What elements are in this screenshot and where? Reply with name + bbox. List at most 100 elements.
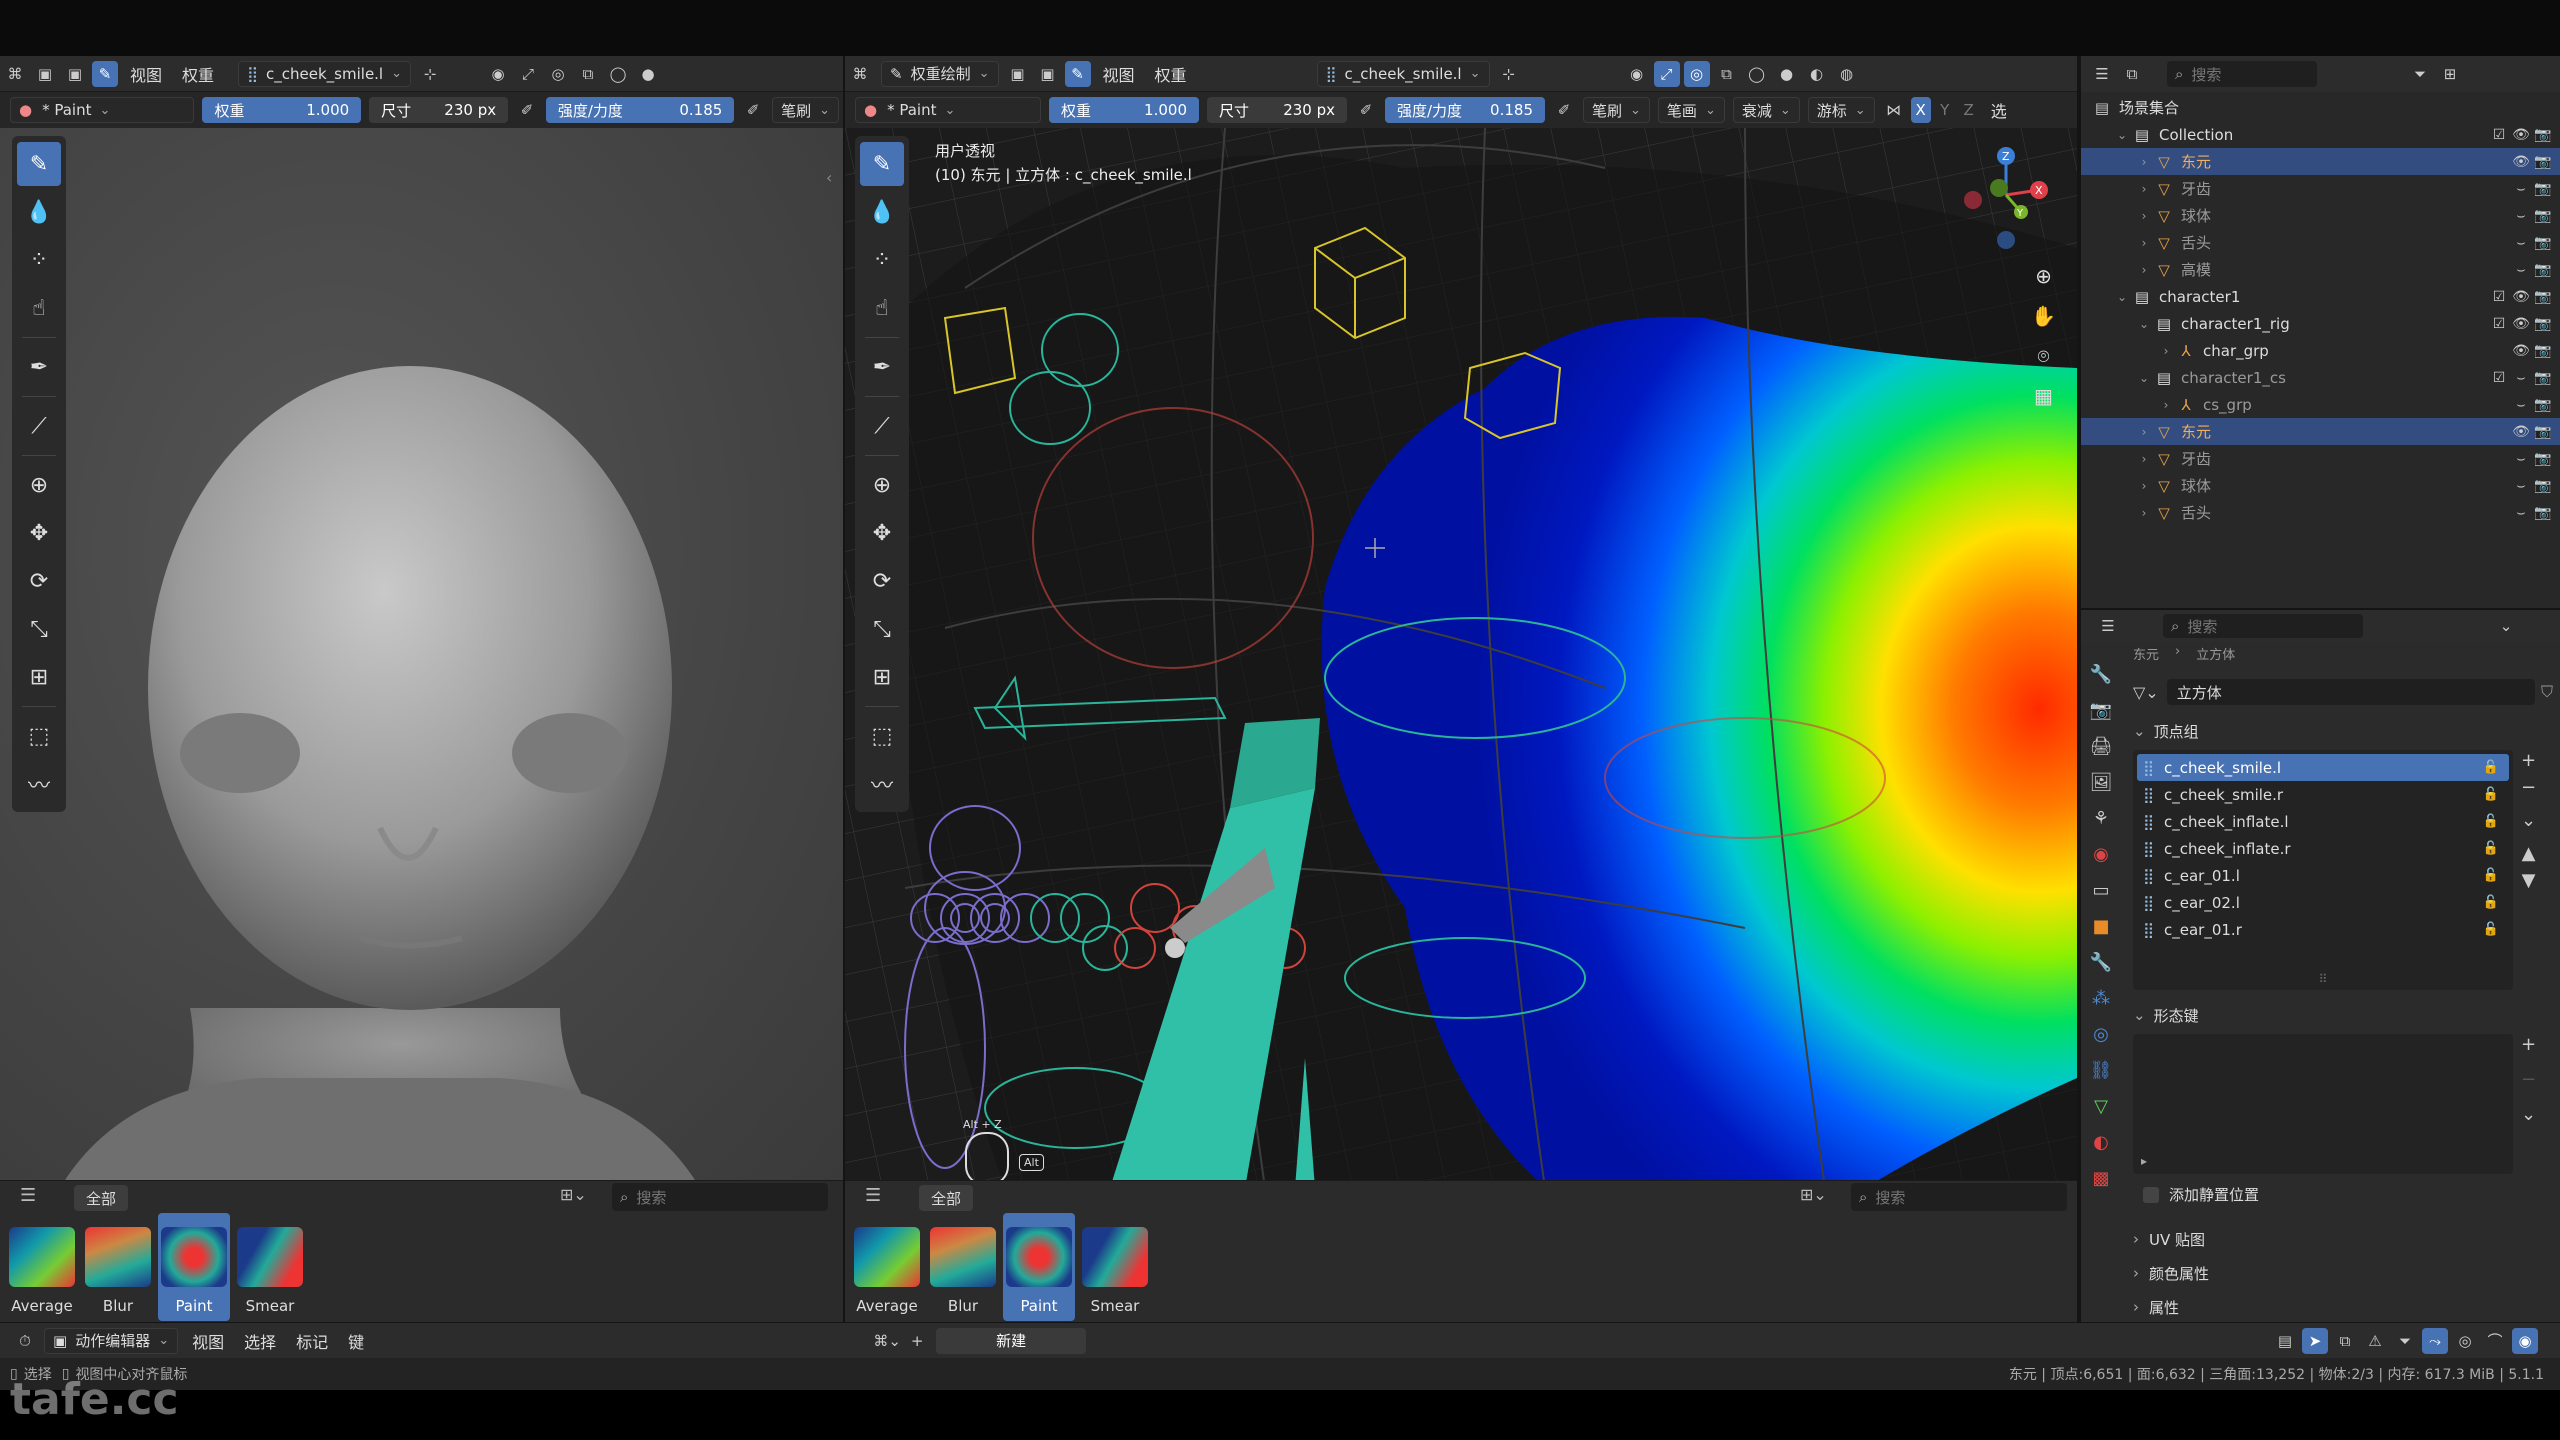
lock-icon[interactable]: 🔓 [2483,760,2499,775]
camera-render-icon[interactable]: 📷 [2532,127,2554,143]
checkbox-icon[interactable]: ☑ [2488,370,2510,386]
brush-blur[interactable]: Blur [927,1213,999,1321]
outliner-row[interactable]: › ▽ 东元 👁 📷 [2081,418,2560,445]
outliner-search-input[interactable]: ⌕ 搜索 [2167,61,2317,87]
eye-closed-icon[interactable]: ⌣ [2510,181,2532,197]
add-rest-position-row[interactable]: 添加静置位置 [2143,1184,2259,1205]
shelf-search-input[interactable]: ⌕ 搜索 [612,1183,828,1211]
gradient-tool-icon[interactable]: ☝ [860,286,904,330]
navigation-gizmo[interactable]: Z X Y [1951,140,2061,250]
overlays-icon[interactable]: ◉ [2512,1327,2538,1354]
snap-icon[interactable]: ⤳ [2422,1327,2448,1354]
new-collection-icon[interactable]: ⊞ [2437,61,2463,87]
vertex-group-dropdown[interactable]: ⣿ c_cheek_smile.l [1316,60,1490,87]
select-mode-icon[interactable]: ▣ [32,61,58,87]
shelf-display-icon[interactable]: ⊞⌄ [1800,1185,1827,1204]
size-pressure-icon[interactable]: ✐ [514,97,540,123]
editor-type-icon[interactable]: ☰ [2095,613,2121,639]
chevron-right-icon[interactable]: › [2135,425,2153,439]
material-shading-icon[interactable]: ◐ [1804,61,1830,87]
remove-icon[interactable]: − [2521,1069,2536,1090]
outliner-row[interactable]: › ▽ 东元 👁 📷 [2081,148,2560,175]
eye-icon[interactable]: 👁 [2510,127,2532,143]
errors-icon[interactable]: ⚠ [2362,1328,2388,1354]
strength-field[interactable]: 强度/力度 0.185 [545,97,735,123]
lock-icon[interactable]: 🔓 [2483,841,2499,856]
options-menu[interactable]: 选 [1981,98,2017,122]
checkbox-icon[interactable]: ☑ [2488,289,2510,305]
scene-tab-icon[interactable]: ⚘ [2093,800,2109,836]
solid-shading-icon[interactable]: ● [1774,61,1800,87]
xray-icon[interactable]: ⧉ [1714,61,1740,87]
camera-render-icon[interactable]: 📷 [2532,343,2554,359]
resize-grip-icon[interactable]: ⠿ [2133,972,2513,986]
move-tool-icon[interactable]: ✥ [17,511,61,555]
cursor-tool-icon[interactable]: ⊕ [17,463,61,507]
outliner-row[interactable]: › ▽ 牙齿 ⌣ 📷 [2081,175,2560,202]
rotate-tool-icon[interactable]: ⟳ [17,559,61,603]
chevron-right-icon[interactable]: › [2135,263,2153,277]
zoom-icon[interactable]: ⊕ [2035,264,2052,304]
add-rest-position-checkbox[interactable] [2143,1186,2159,1203]
eye-closed-icon[interactable]: ⌣ [2510,262,2532,278]
tool-tab-icon[interactable]: 🔧 [2090,656,2112,692]
menu-key[interactable]: 键 [338,1329,374,1353]
add-icon[interactable]: + [2521,750,2536,771]
editor-type-icon[interactable]: ⏱ [12,1328,38,1354]
camera-render-icon[interactable]: 📷 [2532,154,2554,170]
vertex-group-dropdown[interactable]: ⣿ c_cheek_smile.l [238,60,412,87]
menu-view[interactable]: 视图 [120,62,172,86]
strength-pressure-icon[interactable]: ✐ [740,97,766,123]
chevron-right-icon[interactable]: › [2135,506,2153,520]
editor-type-icon[interactable]: ☰ [2089,61,2115,87]
visibility-icon[interactable]: ◉ [1624,61,1650,87]
chevron-right-icon[interactable]: › [2157,344,2175,358]
stroke-menu[interactable]: 笔画 [1657,97,1725,123]
menu-view[interactable]: 视图 [1093,62,1145,86]
texture-tab-icon[interactable]: ▩ [2092,1160,2109,1196]
shelf-tab-all[interactable]: 全部 [74,1185,129,1211]
camera-render-icon[interactable]: 📷 [2532,505,2554,521]
rotate-tool-icon[interactable]: ⟳ [860,559,904,603]
strength-pressure-icon[interactable]: ✐ [1551,97,1577,123]
eye-closed-icon[interactable]: ⌣ [2510,235,2532,251]
move-up-icon[interactable]: ▲ [2522,843,2536,864]
chevron-right-icon[interactable]: › [2135,209,2153,223]
pan-hand-icon[interactable]: ✋ [2031,304,2056,344]
shape-keys-panel-header[interactable]: ⌄ 形态键 [2125,1000,2555,1030]
brush-paint[interactable]: Paint [1003,1213,1075,1321]
brush-menu[interactable]: 笔刷 [1583,97,1650,123]
outliner-row[interactable]: ⌄ ▤ character1 ☑ 👁 📷 [2081,283,2560,310]
eye-icon[interactable]: 👁 [2510,343,2532,359]
left-viewport[interactable]: ✎ 💧 ⁘ ☝ ✒ ⟋ ⊕ ✥ ⟳ ⤡ ⊞ ⬚ 〰 ‹ [0,128,843,1188]
outliner-row[interactable]: › ⅄ char_grp 👁 📷 [2081,337,2560,364]
scale-tool-icon[interactable]: ⤡ [860,607,904,651]
gradient-tool-icon[interactable]: ☝ [17,286,61,330]
line-tool-icon[interactable]: ⟋ [860,404,904,448]
transform-tool-icon[interactable]: ⊞ [860,655,904,699]
show-selected-icon[interactable]: ➤ [2302,1327,2328,1354]
line-tool-icon[interactable]: ⟋ [17,404,61,448]
chevron-right-icon[interactable]: › [2157,398,2175,412]
blur-tool-icon[interactable]: 💧 [17,190,61,234]
stroke-dropdown[interactable]: 笔刷 [772,97,839,123]
lock-icon[interactable]: 🔓 [2483,922,2499,937]
gizmo-icon[interactable]: ⤢ [515,61,541,87]
outliner-row[interactable]: › ▽ 舌头 ⌣ 📷 [2081,499,2560,526]
properties-section-header[interactable]: › UV 贴图 [2125,1222,2555,1256]
rendered-shading-icon[interactable]: ◍ [1834,61,1860,87]
shelf-tab-all[interactable]: 全部 [919,1185,974,1211]
menu-view[interactable]: 视图 [182,1329,234,1353]
overlay-icon[interactable]: ◎ [545,61,571,87]
sidebar-toggle-icon[interactable]: ‹ [826,168,832,187]
chevron-right-icon[interactable]: › [2135,155,2153,169]
outliner-row[interactable]: › ▽ 球体 ⌣ 📷 [2081,202,2560,229]
annotate-tool-icon[interactable]: 〰 [860,762,904,806]
hidden-channels-icon[interactable]: ⧉ [2332,1328,2358,1354]
solid-shading-icon[interactable]: ● [635,61,661,87]
physics-tab-icon[interactable]: ◎ [2093,1016,2109,1052]
checkbox-icon[interactable]: ☑ [2488,127,2510,143]
sample-tool-icon[interactable]: ⁘ [860,238,904,282]
chevron-down-icon[interactable]: ⌄ [2135,371,2153,385]
camera-render-icon[interactable]: 📷 [2532,235,2554,251]
